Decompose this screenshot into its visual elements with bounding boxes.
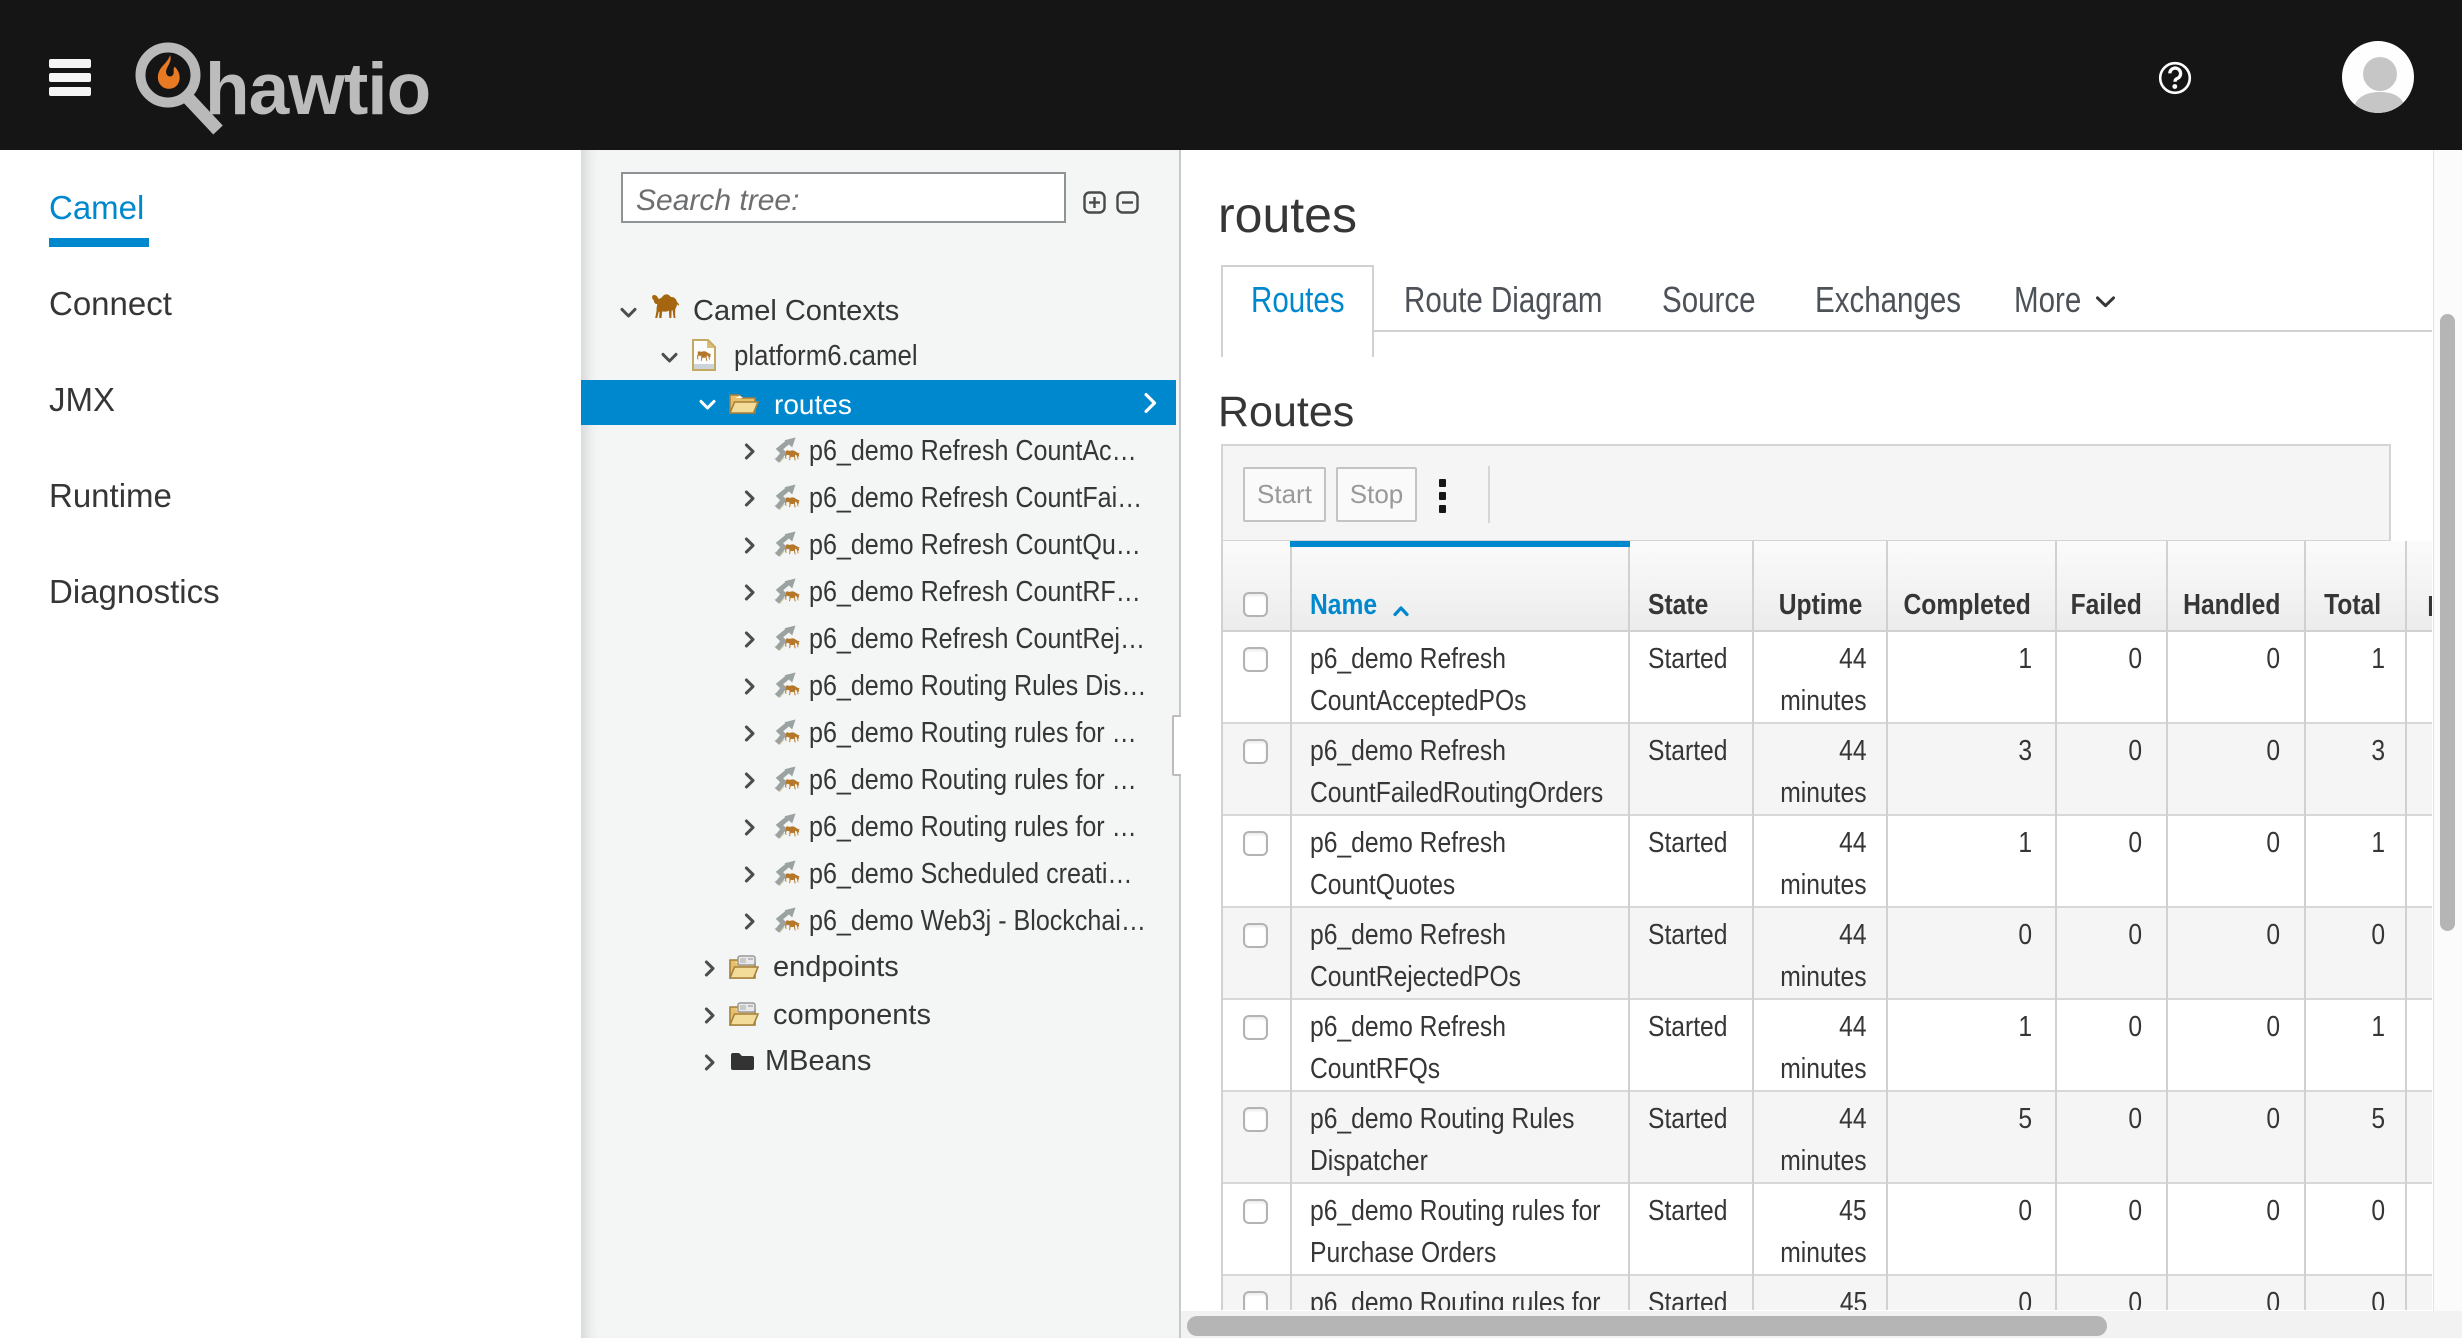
svg-text:hawtio: hawtio — [205, 49, 430, 130]
